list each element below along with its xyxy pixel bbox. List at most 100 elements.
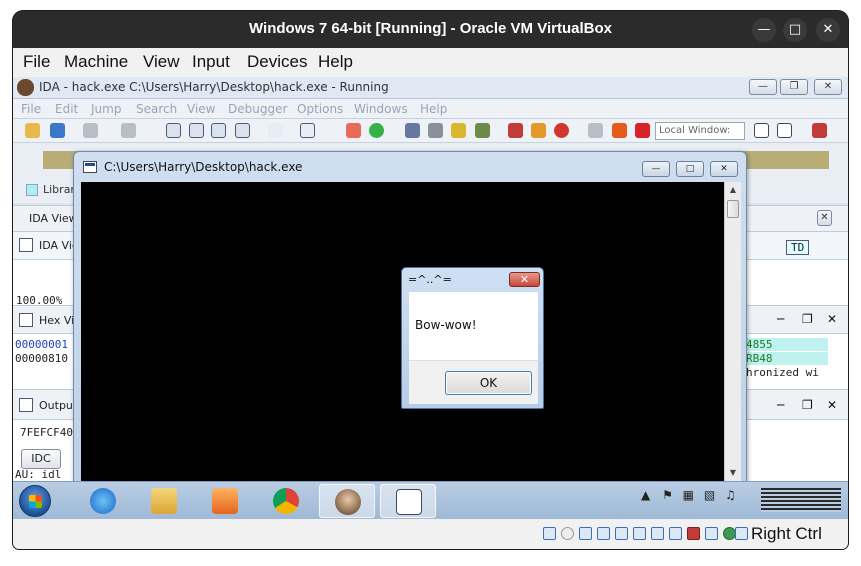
proximity-icon[interactable]: [211, 123, 226, 138]
right-hex-2: RB48: [746, 352, 828, 365]
host-key-label: Right Ctrl: [751, 524, 822, 543]
calc-icon[interactable]: [754, 123, 769, 138]
breakpoint-icon[interactable]: [346, 123, 361, 138]
text-view-icon[interactable]: [189, 123, 204, 138]
usb-icon[interactable]: [615, 527, 628, 540]
clock-area[interactable]: [761, 488, 841, 512]
scroll-down-icon[interactable]: ▼: [725, 465, 741, 481]
menu-file[interactable]: File: [23, 52, 50, 72]
minimize-icon[interactable]: —: [752, 18, 776, 42]
hard-disk-icon[interactable]: [543, 527, 556, 540]
console-maximize-icon[interactable]: □: [676, 161, 704, 177]
debug-trace-icon[interactable]: [428, 123, 443, 138]
terminate-process-icon[interactable]: [635, 123, 650, 138]
menu-help[interactable]: Help: [318, 52, 353, 72]
action-center-icon[interactable]: ⚑: [662, 488, 673, 502]
recording-icon[interactable]: [687, 527, 700, 540]
pane-close-icon[interactable]: ✕: [817, 210, 832, 226]
taskbar-media-player[interactable]: [197, 484, 253, 518]
message-box-title: =^..^=: [408, 273, 452, 286]
menu-view[interactable]: View: [143, 52, 180, 72]
ida-menu-debugger[interactable]: Debugger: [228, 102, 287, 116]
keyboard-capture-icon[interactable]: [735, 527, 748, 540]
close-icon[interactable]: ✕: [816, 18, 840, 42]
back-icon[interactable]: [83, 123, 98, 138]
ida-menu-edit[interactable]: Edit: [55, 102, 78, 116]
message-box-close-icon[interactable]: ✕: [509, 272, 540, 287]
open-folder-icon[interactable]: [25, 123, 40, 138]
idc-button[interactable]: IDC: [21, 449, 61, 469]
debugger-select[interactable]: Local Window:: [655, 122, 745, 140]
refresh-icon[interactable]: [777, 123, 792, 138]
ida-menu-help[interactable]: Help: [420, 102, 447, 116]
font-icon[interactable]: [300, 123, 315, 138]
virtualization-icon[interactable]: [705, 527, 718, 540]
guest-screen: IDA - hack.exe C:\Users\Harry\Desktop\ha…: [13, 77, 848, 519]
audio-icon[interactable]: [579, 527, 592, 540]
ida-close-icon[interactable]: ✕: [814, 79, 842, 95]
edit-icon[interactable]: [531, 123, 546, 138]
ida-minimize-icon[interactable]: —: [749, 79, 777, 95]
menu-input[interactable]: Input: [192, 52, 230, 72]
ida-menu-jump[interactable]: Jump: [91, 102, 121, 116]
settings-icon[interactable]: [235, 123, 250, 138]
output-close-icon[interactable]: ✕: [827, 398, 837, 412]
network-adapter-icon[interactable]: [597, 527, 610, 540]
shared-folders-icon[interactable]: [633, 527, 646, 540]
ida-restore-icon[interactable]: ❐: [780, 79, 808, 95]
hex-line-2: 00000810: [15, 352, 68, 365]
ida-menu-search[interactable]: Search: [136, 102, 177, 116]
maximize-icon[interactable]: □: [783, 18, 807, 42]
network-icon[interactable]: ▦: [683, 488, 694, 502]
ida-menu-view[interactable]: View: [187, 102, 215, 116]
start-button[interactable]: [19, 485, 51, 517]
graph-icon[interactable]: [166, 123, 181, 138]
hex-close-icon[interactable]: ✕: [827, 312, 837, 326]
menu-machine[interactable]: Machine: [64, 52, 128, 72]
ida-menubar: File Edit Jump Search View Debugger Opti…: [13, 99, 848, 119]
tab-ida-view[interactable]: IDA View: [29, 212, 78, 225]
volume-icon[interactable]: ♫: [725, 488, 736, 502]
hex-restore-icon[interactable]: ❐: [802, 312, 813, 326]
save-icon[interactable]: [50, 123, 65, 138]
taskbar-console[interactable]: [380, 484, 436, 518]
function-icon[interactable]: [451, 123, 466, 138]
ok-button[interactable]: OK: [445, 371, 532, 395]
ida-titlebar[interactable]: IDA - hack.exe C:\Users\Harry\Desktop\ha…: [13, 77, 848, 99]
ida-menu-options[interactable]: Options: [297, 102, 343, 116]
ida-menu-file[interactable]: File: [21, 102, 41, 116]
optical-drive-icon[interactable]: [561, 527, 574, 540]
ida-window-title: IDA - hack.exe C:\Users\Harry\Desktop\ha…: [39, 80, 389, 94]
video-capture-icon[interactable]: [669, 527, 682, 540]
output-min-icon[interactable]: ─: [777, 398, 784, 412]
hex-min-icon[interactable]: ─: [777, 312, 784, 326]
debug-step-icon[interactable]: [405, 123, 420, 138]
go-icon[interactable]: [369, 123, 384, 138]
segments-icon[interactable]: [475, 123, 490, 138]
console-title: C:\Users\Harry\Desktop\hack.exe: [104, 160, 303, 174]
output-restore-icon[interactable]: ❐: [802, 398, 813, 412]
taskbar-chrome[interactable]: [258, 484, 314, 518]
scroll-thumb[interactable]: [727, 200, 739, 218]
menu-devices[interactable]: Devices: [247, 52, 307, 72]
console-minimize-icon[interactable]: —: [642, 161, 670, 177]
jump-icon[interactable]: [268, 123, 283, 138]
hex-view-icon: [19, 313, 33, 327]
tray-expand-icon[interactable]: ▲: [641, 488, 650, 502]
vbox-titlebar[interactable]: Windows 7 64-bit [Running] - Oracle VM V…: [13, 11, 848, 48]
taskbar-ida[interactable]: [319, 484, 375, 518]
display-icon[interactable]: [651, 527, 664, 540]
power-icon[interactable]: ▧: [704, 488, 715, 502]
taskbar-explorer[interactable]: [136, 484, 192, 518]
window-list-icon[interactable]: [812, 123, 827, 138]
console-close-icon[interactable]: ✕: [710, 161, 738, 177]
taskbar-ie[interactable]: [75, 484, 131, 518]
forward-icon[interactable]: [121, 123, 136, 138]
ida-menu-windows[interactable]: Windows: [354, 102, 408, 116]
scroll-up-icon[interactable]: ▲: [725, 182, 741, 198]
stop-sign-icon[interactable]: [554, 123, 569, 138]
stop-record-icon[interactable]: [508, 123, 523, 138]
pause-process-icon[interactable]: [612, 123, 627, 138]
console-scrollbar[interactable]: ▲ ▼: [724, 182, 741, 482]
start-process-icon[interactable]: [588, 123, 603, 138]
